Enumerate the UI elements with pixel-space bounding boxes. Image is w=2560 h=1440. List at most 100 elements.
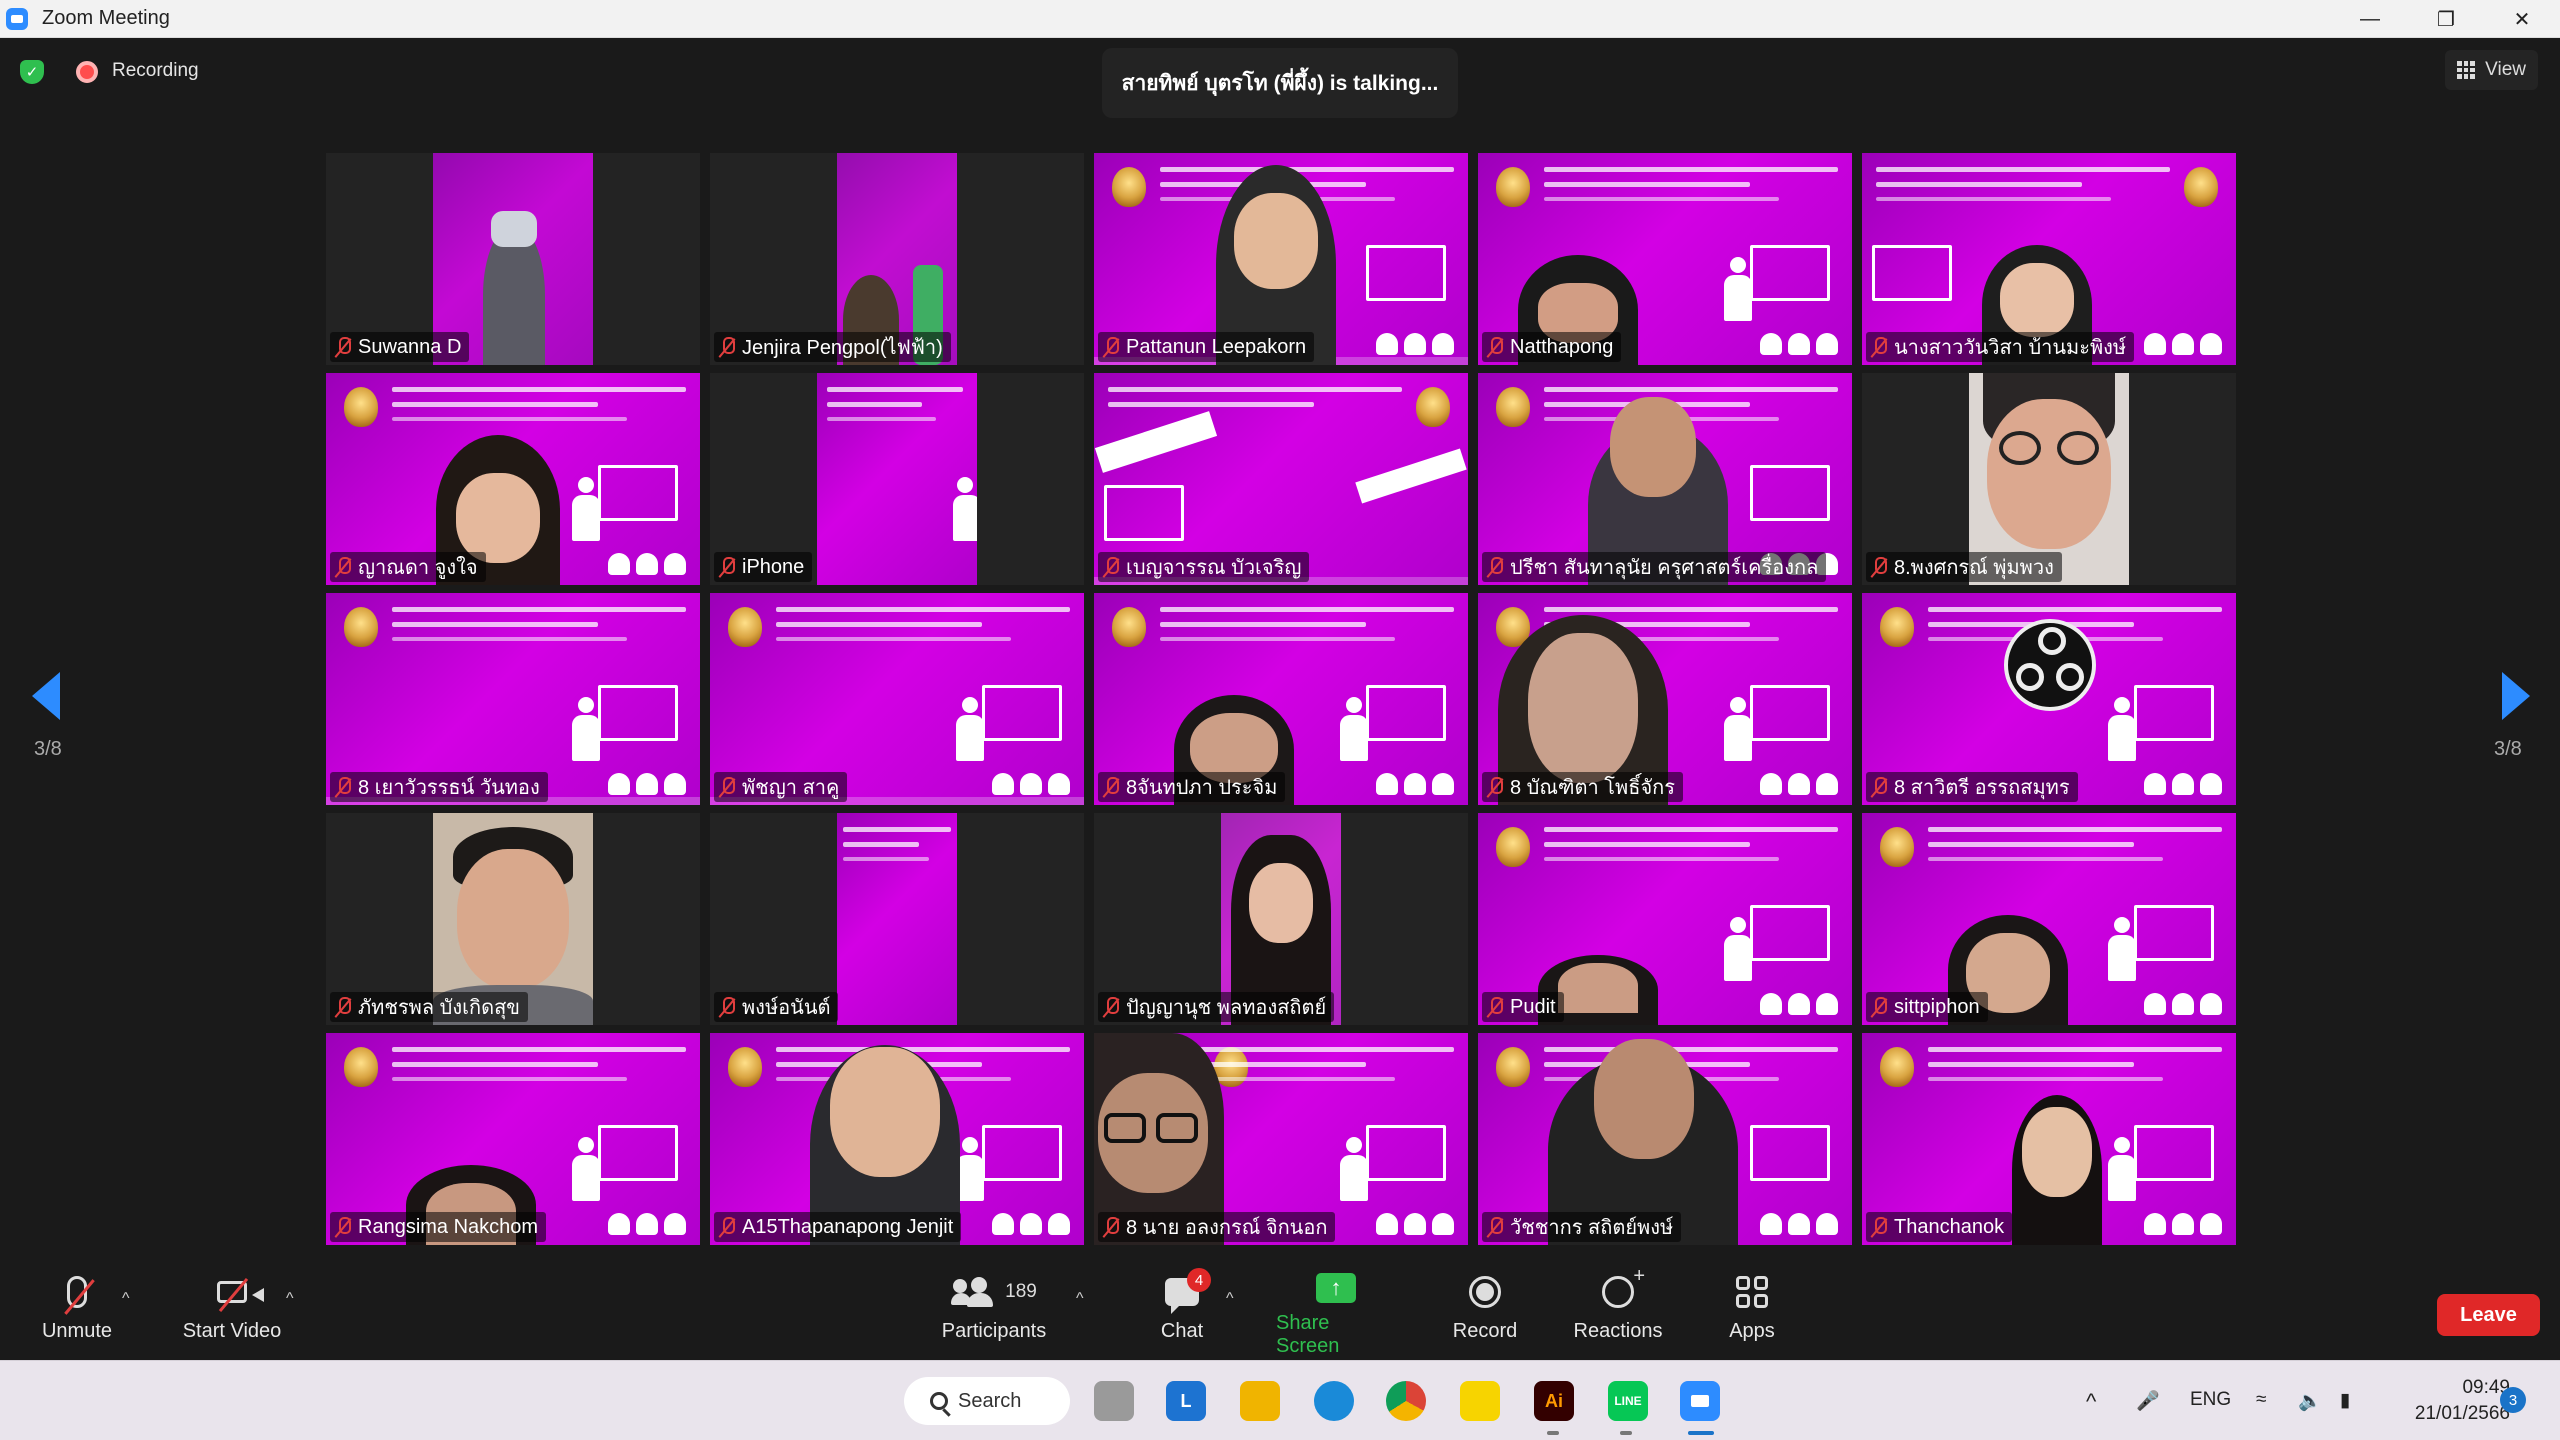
participant-tile[interactable]: ปัญญานุช พลทองสถิตย์ [1094,813,1468,1025]
participant-name: 8 สาวิตรี อรรถสมุทร [1894,777,2070,799]
input-language[interactable]: ENG [2190,1389,2231,1411]
participant-tile[interactable]: Natthapong [1478,153,1852,365]
participant-name: iPhone [742,555,805,578]
active-app-indicator [1688,1431,1714,1435]
participant-tile[interactable]: ภัทชรพล บังเกิดสุข [326,813,700,1025]
muted-mic-icon [1104,777,1119,797]
zoom-taskbar-icon[interactable] [1680,1381,1720,1421]
participant-tile[interactable]: A15Thapanapong Jenjit [710,1033,1084,1245]
line-app-icon[interactable]: LINE [1608,1381,1648,1421]
muted-mic-icon [1872,337,1887,357]
participant-tile[interactable]: sittpiphon [1862,813,2236,1025]
participant-tile[interactable]: 8 บัณฑิตา โพธิ์จักร [1478,593,1852,805]
volume-icon[interactable]: 🔈 [2298,1389,2322,1413]
participant-tile[interactable]: 8.พงศกรณ์ พุ่มพวง [1862,373,2236,585]
participant-tile[interactable]: พัชญา สาคู [710,593,1084,805]
zoom-app-icon [6,7,28,30]
muted-mic-icon [336,557,351,577]
wifi-icon[interactable]: ≈ [2256,1389,2266,1411]
participant-tile[interactable]: 8จันทปภา ประจิม [1094,593,1468,805]
participant-tile[interactable]: 8 นาย อลงกรณ์ จิกนอก [1094,1033,1468,1245]
adobe-illustrator-icon[interactable]: Ai [1534,1381,1574,1421]
muted-mic-icon [1488,997,1503,1017]
participants-button[interactable]: 189 Participants [936,1266,1052,1358]
participant-tile[interactable]: Rangsima Nakchom [326,1033,700,1245]
participant-name: นางสาววันวิสา บ้านมะพิงษ์ [1894,337,2127,359]
obs-logo-icon [2004,619,2096,711]
active-speaker-banner: สายทิพย์ บุตรโท (พี่ผึ้ง) is talking... [1102,48,1458,118]
muted-mic-icon [1104,557,1119,577]
participant-tile[interactable]: พงษ์อนันต์ [710,813,1084,1025]
battery-icon[interactable]: ▮ [2340,1389,2350,1412]
muted-mic-icon [1488,777,1503,797]
edge-browser-icon[interactable] [1314,1381,1354,1421]
view-label: View [2485,59,2526,80]
audio-options-caret-icon[interactable]: ^ [122,1290,130,1308]
muted-mic-icon [1872,557,1887,577]
share-screen-button[interactable]: ↑ Share Screen [1276,1266,1396,1358]
show-hidden-icons-chevron-icon[interactable]: ^ [2086,1389,2096,1415]
previous-page-arrow-icon[interactable] [32,672,60,720]
participant-tile[interactable]: เบญจารรณ บัวเจริญ [1094,373,1468,585]
participant-tile[interactable]: นางสาววันวิสา บ้านมะพิงษ์ [1862,153,2236,365]
muted-mic-icon [336,1217,351,1237]
participant-name: Thanchanok [1894,1215,2005,1238]
recording-label[interactable]: Recording [112,60,199,82]
close-button[interactable]: ✕ [2484,0,2560,38]
participant-tile[interactable]: Thanchanok [1862,1033,2236,1245]
participant-tile[interactable]: 8 สาวิตรี อรรถสมุทร [1862,593,2236,805]
view-button[interactable]: View [2445,50,2538,90]
search-icon [930,1392,948,1410]
file-explorer-icon[interactable] [1240,1381,1280,1421]
participant-tile[interactable]: 8 เยาวัวรรธน์ วันทอง [326,593,700,805]
record-button[interactable]: Record [1450,1266,1520,1358]
unmute-button[interactable]: Unmute [36,1266,118,1358]
participant-name: ภัทชรพล บังเกิดสุข [358,997,520,1019]
encryption-shield-icon[interactable]: ✓ [20,60,44,84]
participants-options-caret-icon[interactable]: ^ [1076,1290,1084,1308]
unmute-label: Unmute [41,1320,113,1342]
video-options-caret-icon[interactable]: ^ [286,1290,294,1308]
chrome-browser-icon[interactable] [1386,1381,1426,1421]
task-view-icon[interactable] [1094,1381,1134,1421]
sticky-notes-icon[interactable] [1460,1381,1500,1421]
participant-tile[interactable]: Jenjira Pengpol(ไฟฟ้า) [710,153,1084,365]
participant-name: Pudit [1510,995,1556,1018]
participant-name: Rangsima Nakchom [358,1215,539,1238]
record-label: Record [1452,1320,1518,1342]
participant-tile[interactable]: วัชชากร สถิตย์พงษ์ [1478,1033,1852,1245]
share-screen-icon: ↑ [1316,1273,1356,1303]
window-controls: — ❐ ✕ [2332,0,2560,38]
participant-tile[interactable]: Pattanun Leepakorn [1094,153,1468,365]
taskbar-clock[interactable]: 09:49 21/01/2566 [2390,1375,2510,1427]
next-page-arrow-icon[interactable] [2502,672,2530,720]
reactions-button[interactable]: Reactions [1572,1265,1664,1358]
leave-button[interactable]: Leave [2437,1294,2540,1336]
participant-tile[interactable]: ญาณดา จูงใจ [326,373,700,585]
minimize-button[interactable]: — [2332,0,2408,38]
apps-button[interactable]: Apps [1724,1266,1780,1358]
microphone-tray-icon[interactable]: 🎤 [2136,1389,2160,1413]
participant-name: Jenjira Pengpol(ไฟฟ้า) [742,337,943,359]
participant-tile[interactable]: Suwanna D [326,153,700,365]
share-screen-label: Share Screen [1276,1312,1340,1357]
notification-badge[interactable]: 3 [2500,1387,2526,1413]
start-video-button[interactable]: Start Video [176,1266,288,1358]
l-app-icon[interactable]: L [1166,1381,1206,1421]
participant-tile[interactable]: iPhone [710,373,1084,585]
participant-face [2000,263,2074,337]
reactions-smiley-icon [1602,1265,1645,1308]
restore-button[interactable]: ❐ [2408,0,2484,38]
windows-start-icon[interactable] [842,1381,882,1421]
participant-tile[interactable]: ปรีชา สันทาลุนัย ครุศาสตร์เครื่องกล [1478,373,1852,585]
muted-mic-icon [336,997,351,1017]
muted-mic-icon [336,337,351,357]
chat-options-caret-icon[interactable]: ^ [1226,1290,1234,1308]
participant-tile[interactable]: Pudit [1478,813,1852,1025]
taskbar-search-box[interactable]: Search [904,1377,1070,1425]
video-feed [837,813,957,1025]
participant-name: ปัญญานุช พลทองสถิตย์ [1126,997,1327,1019]
chat-unread-badge: 4 [1187,1268,1211,1292]
participant-face [1234,193,1318,289]
chat-button[interactable]: 4 Chat [1152,1266,1212,1358]
